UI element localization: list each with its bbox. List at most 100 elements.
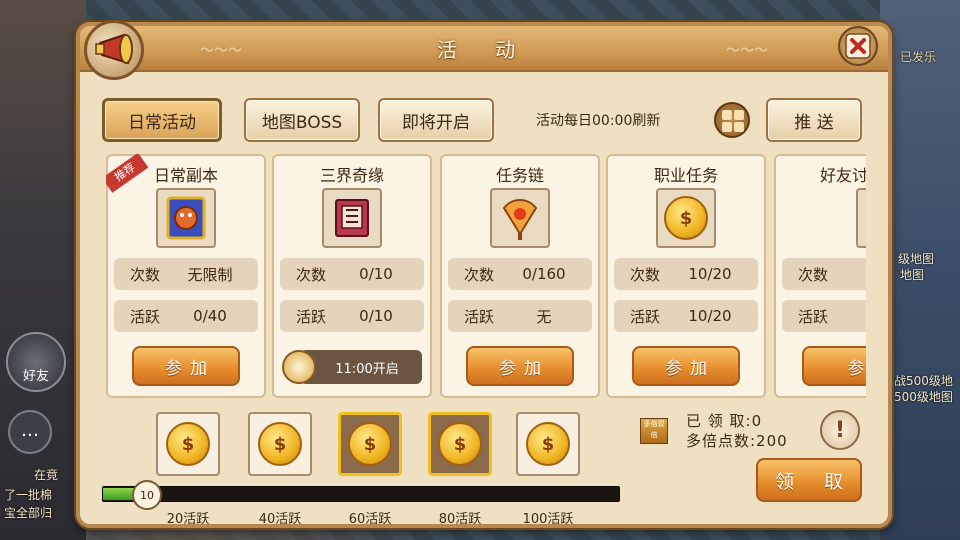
active-label: 活跃 bbox=[630, 307, 661, 326]
activity-card: 任务链 次数 0/160 活跃 无 参加 bbox=[440, 154, 600, 398]
coin-icon: $ bbox=[438, 422, 482, 466]
horn-icon bbox=[84, 20, 144, 80]
title-bar: ～～～ 活 动 ～～～ bbox=[80, 26, 888, 72]
tab-label: 地图BOSS bbox=[261, 112, 343, 133]
milestone-label: 60活跃 bbox=[348, 512, 392, 527]
coin-icon: $ bbox=[258, 422, 302, 466]
activity-name: 三界奇缘 bbox=[319, 166, 384, 185]
active-label: 活跃 bbox=[464, 307, 495, 326]
friend-label: 好友 bbox=[22, 369, 49, 384]
clock-icon bbox=[282, 350, 316, 384]
activity-card: 三界奇缘 次数 0/10 活跃 0/10 11:00开启 bbox=[272, 154, 432, 398]
chat-line: 在竟 bbox=[34, 468, 59, 482]
coin-icon: $ bbox=[526, 422, 570, 466]
chat-line: 宝全部归 bbox=[4, 506, 53, 520]
count-row: 次数 无限制 bbox=[114, 258, 258, 290]
activity-card: 好友讨 次数 活跃 参 bbox=[774, 154, 866, 398]
tab-daily[interactable]: 日常活动 bbox=[102, 98, 222, 142]
tab-map-boss[interactable]: 地图BOSS bbox=[244, 98, 360, 142]
reward-chest-reached[interactable]: $ bbox=[428, 412, 492, 476]
purple-orb-icon[interactable] bbox=[856, 188, 866, 248]
join-button[interactable]: 参加 bbox=[466, 346, 574, 386]
chat-line: 了一批棉 bbox=[4, 488, 53, 502]
activity-points-row: 活跃 无 bbox=[448, 300, 592, 332]
tab-label: 日常活动 bbox=[128, 112, 196, 133]
close-icon bbox=[845, 33, 871, 59]
milestone-label: 100活跃 bbox=[522, 512, 574, 527]
activity-name: 好友讨 bbox=[820, 166, 866, 185]
banner-text: 已发乐 bbox=[900, 50, 937, 64]
activity-points-row: 活跃 10/20 bbox=[614, 300, 758, 332]
progress-fill bbox=[103, 488, 134, 500]
tab-upcoming[interactable]: 即将开启 bbox=[378, 98, 494, 142]
reward-chest-reached[interactable]: $ bbox=[338, 412, 402, 476]
multiplier-icon: 多倍双倍 bbox=[640, 418, 668, 444]
milestone-label: 80活跃 bbox=[438, 512, 482, 527]
coin-icon: $ bbox=[166, 422, 210, 466]
tab-label: 即将开启 bbox=[402, 112, 470, 133]
active-label: 活跃 bbox=[798, 307, 829, 326]
open-time-label: 11:00开启 bbox=[300, 350, 422, 384]
info-icon[interactable]: ! bbox=[820, 410, 860, 450]
claim-button[interactable]: 领 取 bbox=[756, 458, 862, 502]
milestone-label: 40活跃 bbox=[258, 512, 302, 527]
dungeon-scroll-icon[interactable] bbox=[156, 188, 216, 248]
multiplier-points: 多倍点数:200 bbox=[686, 432, 788, 450]
count-label: 次数 bbox=[296, 265, 327, 284]
gold-coin-icon[interactable]: $ bbox=[656, 188, 716, 248]
friend-button[interactable]: 好友 bbox=[6, 332, 66, 392]
activity-points-row: 活跃 bbox=[782, 300, 866, 332]
milestone-label: 20活跃 bbox=[166, 512, 210, 527]
chat-icon[interactable]: … bbox=[8, 410, 52, 454]
activity-card: 职业任务 $ 次数 10/20 活跃 10/20 参加 bbox=[606, 154, 766, 398]
map-text: 地图 bbox=[900, 268, 925, 282]
activity-list[interactable]: 推荐 日常副本 次数 无限制 活跃 0/40 参加 三界奇缘 次数 0/10 活… bbox=[106, 154, 866, 398]
coin-icon: $ bbox=[348, 422, 392, 466]
active-value: 0/40 bbox=[193, 307, 227, 325]
activity-points-row: 活跃 0/10 bbox=[280, 300, 424, 332]
active-value: 无 bbox=[536, 307, 552, 326]
map-text: 级地图 bbox=[898, 252, 935, 266]
refresh-info: 活动每日00:00刷新 bbox=[536, 113, 661, 129]
reward-chest[interactable]: $ bbox=[156, 412, 220, 476]
map-text: 500级地图 bbox=[894, 390, 953, 404]
active-value: 0/10 bbox=[359, 307, 393, 325]
count-label: 次数 bbox=[464, 265, 495, 284]
reward-chest[interactable]: $ bbox=[248, 412, 312, 476]
count-value: 10/20 bbox=[688, 265, 732, 283]
join-button[interactable]: 参 bbox=[802, 346, 866, 386]
activity-points-row: 活跃 0/40 bbox=[114, 300, 258, 332]
active-label: 活跃 bbox=[296, 307, 327, 326]
count-label: 次数 bbox=[798, 265, 829, 284]
activity-card: 推荐 日常副本 次数 无限制 活跃 0/40 参加 bbox=[106, 154, 266, 398]
cloud-deco-icon: ～～～ bbox=[726, 43, 768, 59]
count-row: 次数 10/20 bbox=[614, 258, 758, 290]
activity-name: 任务链 bbox=[495, 166, 544, 185]
grid-menu-icon[interactable] bbox=[714, 102, 750, 138]
count-row: 次数 0/10 bbox=[280, 258, 424, 290]
join-button[interactable]: 参加 bbox=[132, 346, 240, 386]
count-label: 次数 bbox=[630, 265, 661, 284]
count-value: 0/10 bbox=[359, 265, 393, 283]
activity-name: 职业任务 bbox=[653, 166, 718, 185]
claimed-count: 已 领 取:0 bbox=[686, 412, 763, 430]
count-label: 次数 bbox=[130, 265, 161, 284]
count-value: 无限制 bbox=[187, 265, 233, 284]
red-book-icon[interactable] bbox=[322, 188, 382, 248]
active-label: 活跃 bbox=[130, 307, 161, 326]
count-value: 0/160 bbox=[522, 265, 566, 283]
scene-left-strip bbox=[0, 0, 86, 540]
map-text: 战500级地 bbox=[894, 374, 953, 388]
push-button[interactable]: 推 送 bbox=[766, 98, 862, 142]
active-value: 10/20 bbox=[688, 307, 732, 325]
activity-progress-bar bbox=[102, 486, 620, 502]
reward-chest[interactable]: $ bbox=[516, 412, 580, 476]
progress-knob: 10 bbox=[132, 480, 162, 510]
activity-panel: ～～～ 活 动 ～～～ 日常活动 地图BOSS 即将开启 活动每日00:00刷新… bbox=[76, 20, 892, 528]
close-button[interactable] bbox=[838, 26, 878, 66]
join-button[interactable]: 参加 bbox=[632, 346, 740, 386]
activity-name: 日常副本 bbox=[153, 166, 218, 185]
count-row: 次数 bbox=[782, 258, 866, 290]
fan-icon[interactable] bbox=[490, 188, 550, 248]
count-row: 次数 0/160 bbox=[448, 258, 592, 290]
